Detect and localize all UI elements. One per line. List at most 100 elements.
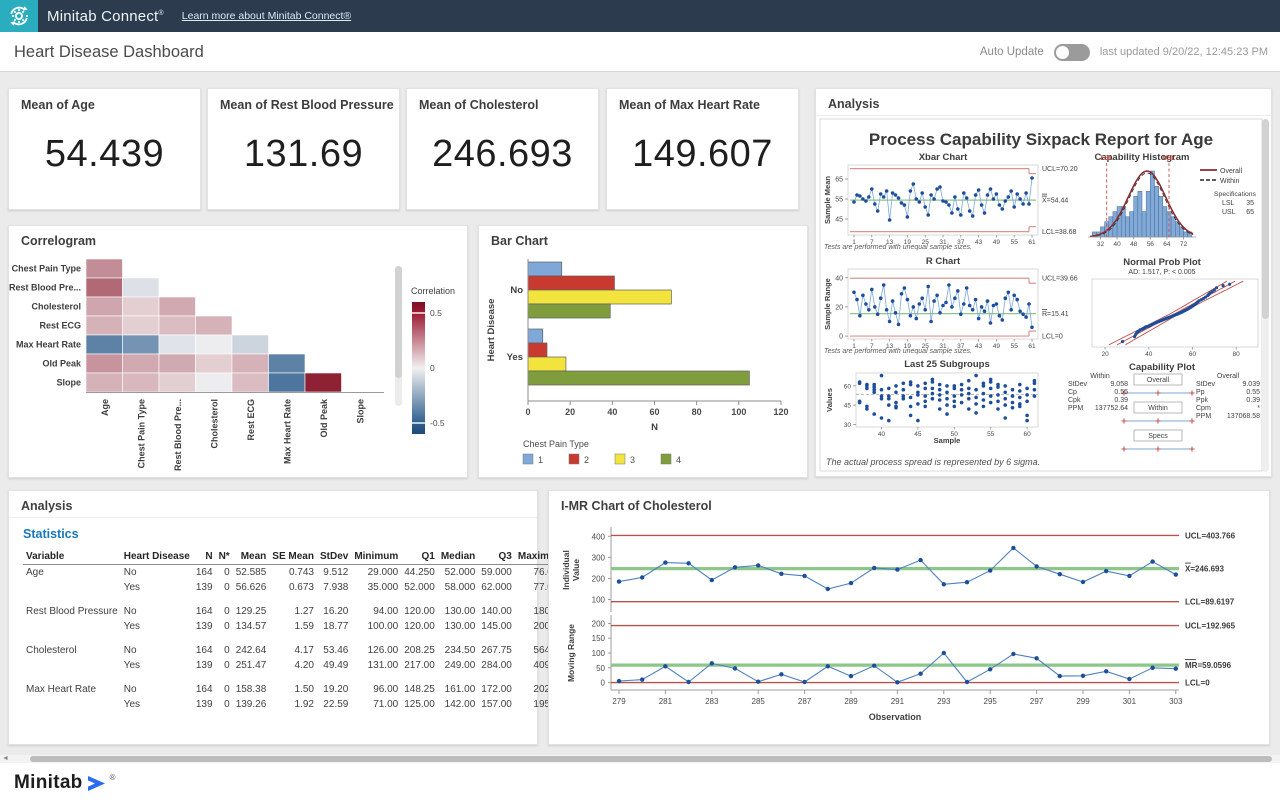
- svg-text:150: 150: [592, 634, 606, 643]
- stats-col-header: StDev: [317, 549, 351, 565]
- scrollbar-thumb[interactable]: [1262, 119, 1269, 319]
- imr-x-axis-label: Observation: [869, 712, 922, 722]
- panel-vertical-scrollbar[interactable]: [1262, 119, 1269, 472]
- stats-cell: Yes: [121, 658, 193, 673]
- svg-text:Sample Range: Sample Range: [823, 278, 832, 330]
- stats-cell: 0.673: [269, 580, 317, 595]
- svg-text:137068.58: 137068.58: [1227, 413, 1260, 420]
- svg-text:55: 55: [987, 431, 995, 438]
- svg-text:40: 40: [1113, 241, 1121, 248]
- correlogram-legend: Correlation0.50-0.5: [411, 286, 455, 434]
- stats-row: Yes139056.6260.6737.93835.00052.00058.00…: [23, 580, 567, 595]
- svg-text:60: 60: [649, 407, 659, 417]
- svg-text:65: 65: [835, 177, 843, 184]
- svg-text:Values: Values: [825, 388, 834, 412]
- kpi-card-mean-rest-bp: Mean of Rest Blood Pressure 131.69: [207, 88, 400, 210]
- svg-text:40: 40: [835, 275, 843, 282]
- stats-cell: 120.00: [401, 604, 438, 619]
- svg-text:Normal Prob Plot: Normal Prob Plot: [1123, 257, 1201, 268]
- statistics-section-link[interactable]: Statistics: [23, 527, 79, 541]
- correlogram-scrollbar[interactable]: [395, 266, 402, 406]
- stats-cell: 0: [216, 682, 233, 697]
- learn-more-link[interactable]: Learn more about Minitab Connect®: [182, 10, 351, 22]
- svg-text:Sample Mean: Sample Mean: [823, 176, 832, 224]
- stats-cell: 134.57: [233, 619, 270, 634]
- correlogram-panel: Correlogram Chest Pain TypeRest Blood Pr…: [8, 225, 468, 478]
- svg-text:Ppk: Ppk: [1196, 397, 1209, 404]
- stats-cell: 130.00: [438, 619, 478, 634]
- svg-text:137752.64: 137752.64: [1095, 405, 1128, 412]
- svg-text:20: 20: [835, 304, 843, 311]
- stats-cell: 139.26: [233, 697, 270, 712]
- svg-text:100: 100: [592, 596, 606, 605]
- stats-cell: 267.75: [478, 643, 515, 658]
- brand-registered-mark: ®: [158, 10, 163, 17]
- svg-text:USL: USL: [1222, 209, 1236, 216]
- stats-cell: 157.00: [478, 697, 515, 712]
- svg-text:4: 4: [676, 455, 681, 465]
- svg-text:Pp: Pp: [1196, 389, 1205, 396]
- svg-text:45: 45: [844, 403, 852, 410]
- stats-cell: 142.00: [438, 697, 478, 712]
- svg-text:35: 35: [1246, 200, 1254, 207]
- svg-text:55: 55: [835, 197, 843, 204]
- stats-cell: Rest Blood Pressure: [23, 604, 121, 619]
- scrollbar-thumb[interactable]: [395, 266, 402, 378]
- svg-text:299: 299: [1076, 697, 1090, 706]
- stats-cell: 1.92: [269, 697, 317, 712]
- stats-cell: Max Heart Rate: [23, 682, 121, 697]
- svg-text:200: 200: [592, 619, 606, 628]
- stats-cell: [23, 658, 121, 673]
- stats-cell: 164: [193, 682, 216, 697]
- report-title: Process Capability Sixpack Report for Ag…: [869, 130, 1213, 149]
- svg-text:301: 301: [1123, 697, 1137, 706]
- top-navbar: Minitab Connect® Learn more about Minita…: [0, 0, 1280, 32]
- svg-text:48: 48: [1130, 241, 1138, 248]
- stats-col-header: N: [193, 549, 216, 565]
- bar-chart-panel: Bar Chart NoYes020406080100120NHeart Dis…: [478, 225, 808, 478]
- mr-axis-label: Moving Range: [566, 624, 576, 682]
- stats-cell: 4.17: [269, 643, 317, 658]
- stats-cell: 161.00: [438, 682, 478, 697]
- svg-text:50: 50: [596, 664, 605, 673]
- bar-category-label: Yes: [507, 352, 523, 363]
- svg-text:Cholesterol: Cholesterol: [209, 399, 219, 449]
- stats-cell: 164: [193, 604, 216, 619]
- scrollbar-thumb[interactable]: [30, 756, 1272, 762]
- stats-row: AgeNo164052.5850.7439.51229.00044.25052.…: [23, 565, 567, 581]
- auto-update-toggle[interactable]: [1054, 44, 1090, 61]
- stats-cell: 0: [216, 619, 233, 634]
- svg-text:0.5: 0.5: [430, 308, 442, 318]
- svg-text:USL: USL: [1163, 155, 1176, 162]
- stats-col-header: Q1: [401, 549, 438, 565]
- stats-cell: 145.00: [478, 619, 515, 634]
- stats-cell: 130.00: [438, 604, 478, 619]
- stats-cell: 58.000: [438, 580, 478, 595]
- svg-text:Cholesterol: Cholesterol: [31, 302, 81, 312]
- stats-cell: Yes: [121, 580, 193, 595]
- kpi-label: Mean of Age: [21, 98, 95, 112]
- bar-y-axis-label: Heart Disease: [486, 299, 497, 362]
- svg-text:45: 45: [914, 431, 922, 438]
- stats-cell: 140.00: [478, 604, 515, 619]
- svg-text:43: 43: [975, 343, 983, 350]
- scroll-left-arrow-icon[interactable]: ◄: [2, 755, 9, 762]
- minitab-connect-logo[interactable]: [0, 0, 38, 32]
- horizontal-scrollbar[interactable]: ◄: [0, 755, 1280, 763]
- svg-text:400: 400: [592, 532, 606, 541]
- svg-text:Capability Plot: Capability Plot: [1129, 362, 1196, 373]
- iv-axis-label: Individual: [561, 550, 571, 590]
- correlogram-row-labels: Chest Pain TypeRest Blood Pre...Choleste…: [9, 264, 82, 388]
- stats-cell: 44.250: [401, 565, 438, 581]
- stats-cell: 139: [193, 619, 216, 634]
- stats-row: Rest Blood PressureNo1640129.251.2716.20…: [23, 604, 567, 619]
- svg-text:StDev: StDev: [1068, 381, 1088, 388]
- svg-text:60: 60: [1189, 351, 1197, 358]
- svg-text:60: 60: [1023, 431, 1031, 438]
- stats-col-header: Median: [438, 549, 478, 565]
- svg-text:80: 80: [692, 407, 702, 417]
- svg-text:40: 40: [607, 407, 617, 417]
- panel-title: Analysis: [21, 499, 72, 513]
- bar-series: [528, 262, 749, 385]
- brand-title: Minitab Connect®: [47, 8, 164, 25]
